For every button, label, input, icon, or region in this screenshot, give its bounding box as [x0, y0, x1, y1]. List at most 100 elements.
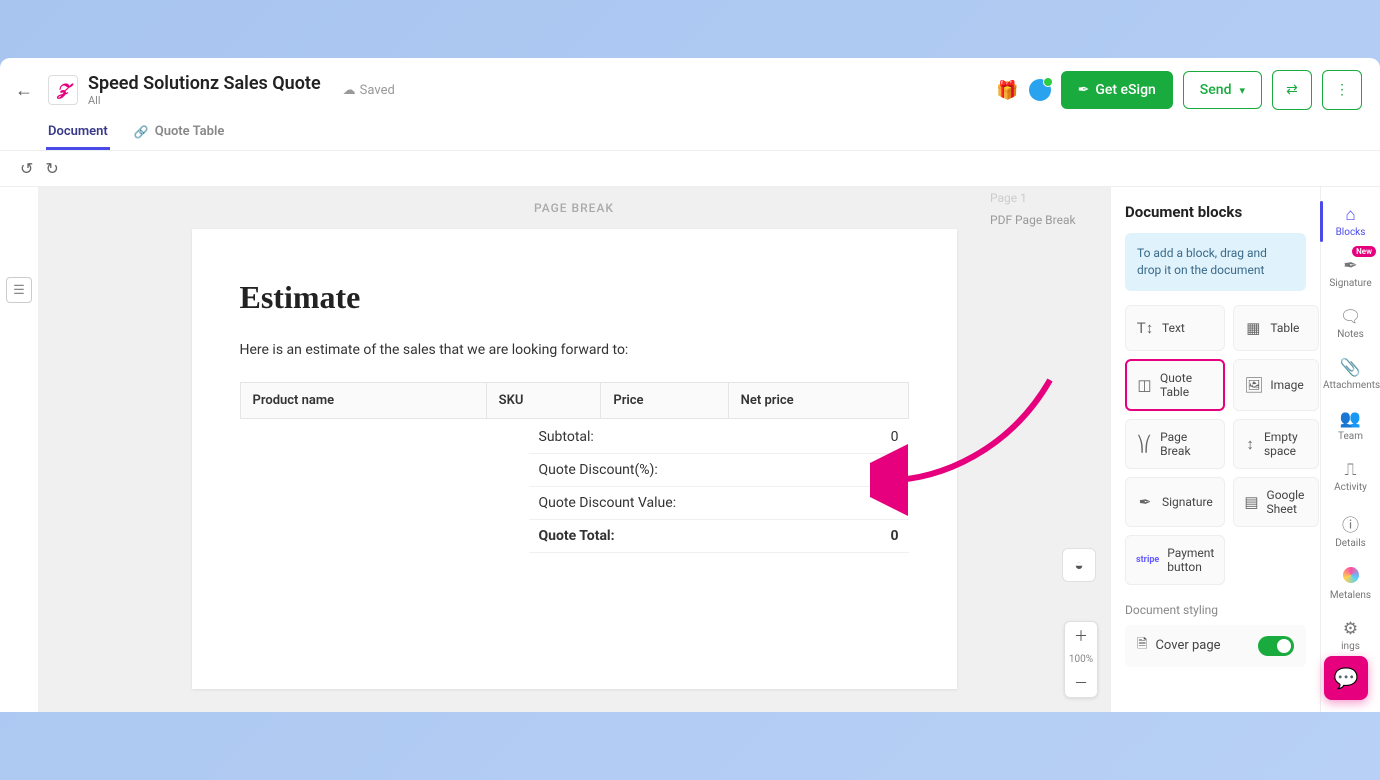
cover-page-label: Cover page [1155, 638, 1220, 653]
side-tabs: ⌂Blocks New✒Signature 🗨Notes 📎Attachment… [1320, 187, 1380, 712]
block-page-break[interactable]: ⎞⎛Page Break [1125, 419, 1225, 469]
block-quote-table[interactable]: ◫Quote Table [1125, 359, 1225, 411]
side-tab-activity[interactable]: ⎍Activity [1321, 452, 1380, 501]
side-tab-metalens[interactable]: Metalens [1321, 559, 1380, 609]
discount-val-label: Quote Discount Value: [539, 495, 677, 511]
page-break-icon: ⎞⎛ [1136, 435, 1152, 453]
side-tab-notes[interactable]: 🗨Notes [1321, 299, 1380, 348]
zoom-level: 100% [1069, 650, 1093, 669]
side-tab-signature[interactable]: New✒Signature [1321, 248, 1380, 297]
back-button[interactable]: ← [10, 76, 38, 104]
get-esign-button[interactable]: ✒ Get eSign [1061, 71, 1173, 109]
app-window: ← 𝓩 Speed Solutionz Sales Quote All ☁ Sa… [0, 58, 1380, 712]
discount-pct-row: Quote Discount(%): 0 [529, 454, 909, 487]
undo-redo-toolbar: ↺ ↻ [0, 151, 1380, 187]
blocks-panel-title: Document blocks [1125, 203, 1306, 221]
block-image[interactable]: 🖼Image [1233, 359, 1319, 411]
side-tab-attachments[interactable]: 📎Attachments [1321, 350, 1380, 399]
zoom-in-button[interactable]: ＋ [1074, 622, 1088, 650]
discount-pct-value: 0 [891, 462, 899, 478]
cover-page-toggle[interactable] [1258, 636, 1294, 656]
col-sku[interactable]: SKU [486, 383, 601, 419]
block-google-sheet[interactable]: ▤Google Sheet [1233, 477, 1319, 527]
more-menu-button[interactable]: ⋮ [1322, 70, 1362, 110]
side-tab-team[interactable]: 👥Team [1321, 401, 1380, 450]
block-text[interactable]: T↕Text [1125, 305, 1225, 351]
signature-icon: ✒ [1323, 256, 1378, 276]
side-tab-details[interactable]: ⓘDetails [1321, 503, 1380, 557]
discount-val-value: 0 [891, 495, 899, 511]
title-area: Speed Solutionz Sales Quote All [88, 73, 321, 107]
share-icon: ⇄ [1286, 82, 1298, 98]
pdf-page-break-label: PDF Page Break [990, 209, 1100, 231]
estimate-heading[interactable]: Estimate [240, 279, 909, 316]
document-canvas[interactable]: PAGE BREAK Page 1 PDF Page Break Estimat… [38, 187, 1110, 712]
share-button[interactable]: ⇄ [1272, 70, 1312, 110]
blocks-icon: ⌂ [1323, 205, 1378, 225]
table-header-row: Product name SKU Price Net price [240, 383, 908, 419]
page-thumbnails: Page 1 PDF Page Break [990, 187, 1100, 231]
tab-document[interactable]: Document [46, 116, 110, 150]
paperclip-icon: 📎 [1323, 358, 1378, 378]
signature-icon: ✒ [1078, 82, 1090, 98]
body-area: ☰ PAGE BREAK Page 1 PDF Page Break Estim… [0, 187, 1380, 712]
cover-page-icon: 🗎 [1137, 635, 1147, 657]
tab-quote-table[interactable]: 🔗 Quote Table [132, 116, 227, 150]
image-icon: 🖼 [1244, 376, 1262, 394]
document-icon: 𝓩 [48, 75, 78, 105]
new-badge: New [1352, 246, 1376, 257]
subtotal-value: 0 [891, 429, 899, 445]
page-thumb-1[interactable]: Page 1 [990, 187, 1100, 209]
block-payment-button[interactable]: stripePayment button [1125, 535, 1225, 585]
kebab-icon: ⋮ [1335, 82, 1349, 98]
undo-button[interactable]: ↺ [20, 159, 33, 178]
send-button[interactable]: Send [1183, 71, 1262, 109]
gift-icon[interactable]: 🎁 [996, 80, 1018, 101]
saved-status: ☁ Saved [343, 83, 395, 98]
metalens-icon [1323, 567, 1378, 588]
quote-total-row: Quote Total: 0 [529, 520, 909, 553]
chat-fab[interactable]: 💬 [1324, 656, 1368, 700]
quote-totals: Subtotal: 0 Quote Discount(%): 0 Quote D… [529, 421, 909, 553]
info-icon: ⓘ [1323, 511, 1378, 536]
saved-label: Saved [360, 83, 395, 98]
side-tab-settings[interactable]: ⚙ings [1321, 611, 1380, 660]
discount-pct-label: Quote Discount(%): [539, 462, 658, 478]
send-label: Send [1200, 82, 1232, 98]
document-page[interactable]: Estimate Here is an estimate of the sale… [192, 229, 957, 689]
quote-table-icon: ◫ [1137, 376, 1152, 394]
col-net-price[interactable]: Net price [728, 383, 908, 419]
redo-button[interactable]: ↻ [45, 159, 58, 178]
block-table[interactable]: ▦Table [1233, 305, 1319, 351]
subtotal-label: Subtotal: [539, 429, 594, 445]
discount-val-row: Quote Discount Value: 0 [529, 487, 909, 520]
stripe-icon: stripe [1136, 555, 1159, 565]
zoom-out-button[interactable]: － [1074, 669, 1088, 697]
col-product-name[interactable]: Product name [240, 383, 486, 419]
document-styling-label: Document styling [1125, 603, 1306, 617]
block-empty-space[interactable]: ↕Empty space [1233, 419, 1319, 469]
gear-icon: ⚙ [1323, 619, 1378, 639]
col-price[interactable]: Price [601, 383, 728, 419]
right-panel: Document blocks To add a block, drag and… [1110, 187, 1380, 712]
format-painter-button[interactable]: ◒ [1062, 548, 1096, 582]
cover-page-row: 🗎 Cover page [1125, 625, 1306, 667]
user-avatar[interactable] [1029, 79, 1051, 101]
chat-icon: 💬 [1334, 666, 1359, 690]
quote-table[interactable]: Product name SKU Price Net price [240, 382, 909, 419]
outline-gutter: ☰ [0, 187, 38, 712]
get-esign-label: Get eSign [1095, 82, 1155, 98]
outline-toggle[interactable]: ☰ [6, 277, 32, 303]
google-sheet-icon: ▤ [1244, 493, 1258, 511]
team-icon: 👥 [1323, 409, 1378, 429]
document-title[interactable]: Speed Solutionz Sales Quote [88, 73, 321, 94]
quote-total-value: 0 [890, 528, 898, 544]
side-tab-blocks[interactable]: ⌂Blocks [1321, 197, 1380, 246]
subtotal-row: Subtotal: 0 [529, 421, 909, 454]
blocks-hint: To add a block, drag and drop it on the … [1125, 233, 1306, 291]
blocks-panel: Document blocks To add a block, drag and… [1111, 187, 1320, 712]
table-icon: ▦ [1244, 319, 1262, 337]
link-icon: 🔗 [134, 125, 149, 139]
block-signature[interactable]: ✒Signature [1125, 477, 1225, 527]
estimate-description[interactable]: Here is an estimate of the sales that we… [240, 342, 909, 358]
